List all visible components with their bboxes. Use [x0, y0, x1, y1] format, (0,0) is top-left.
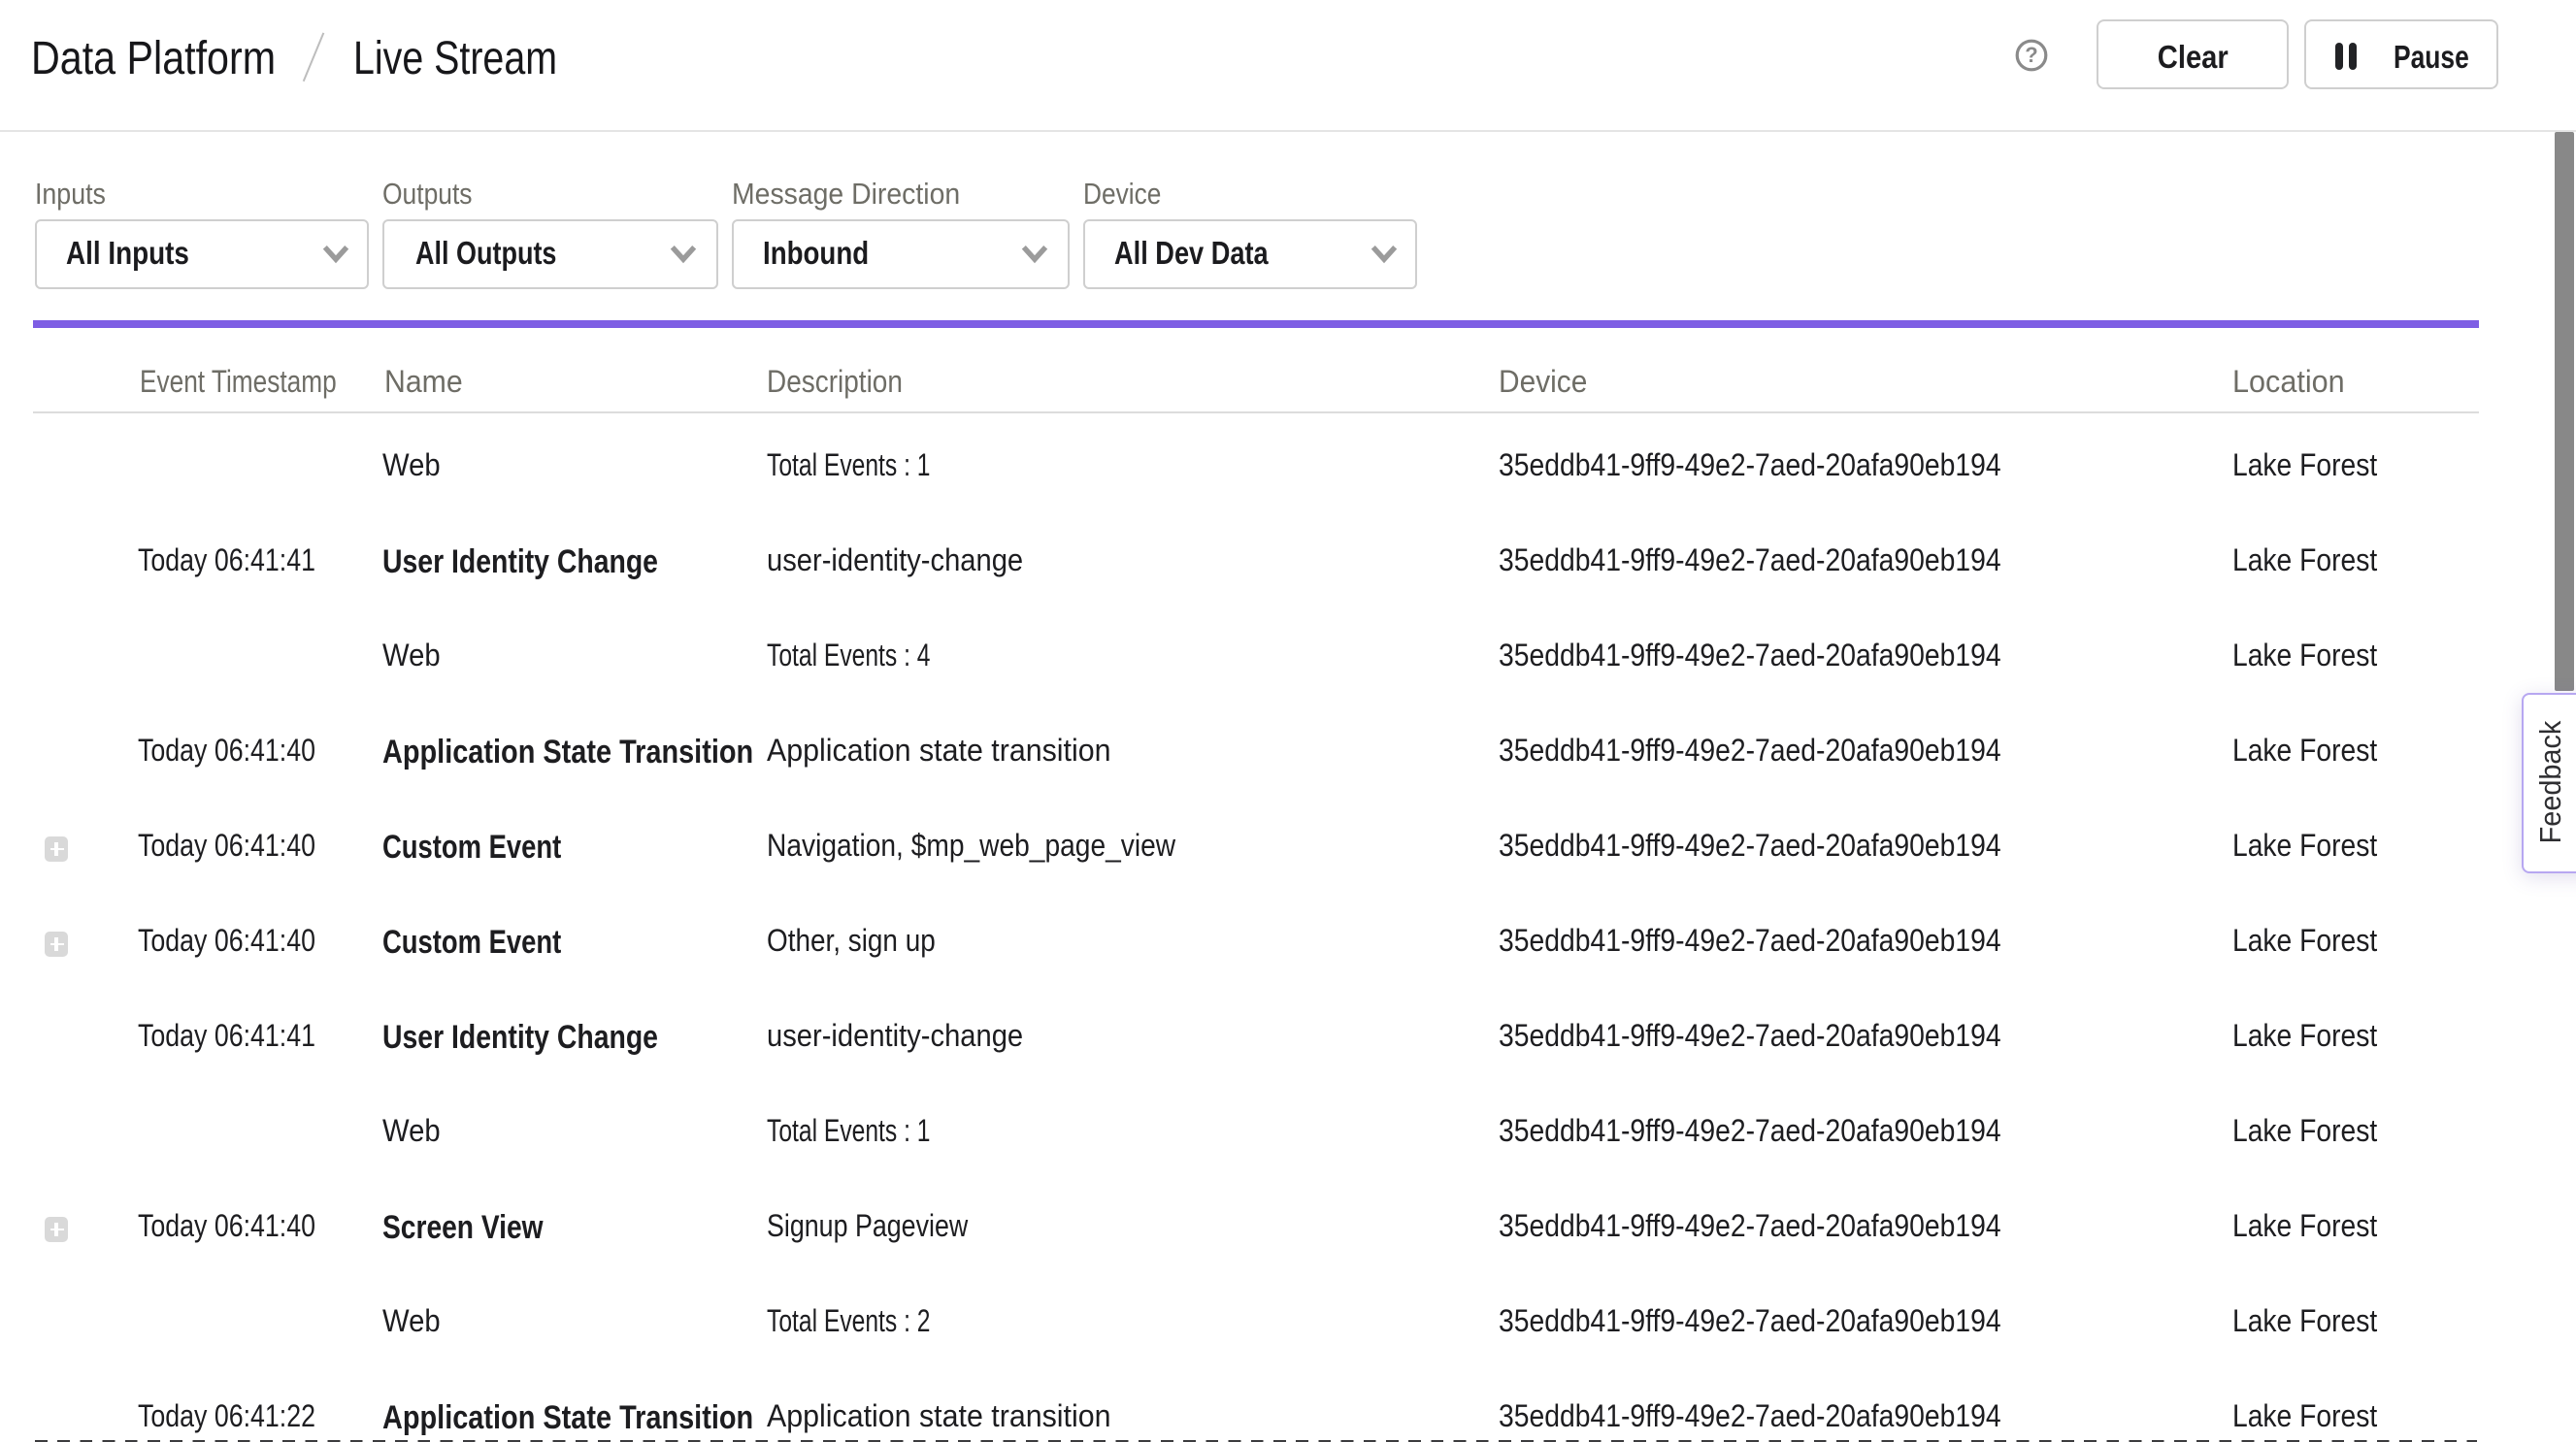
- svg-text:?: ?: [2025, 42, 2037, 66]
